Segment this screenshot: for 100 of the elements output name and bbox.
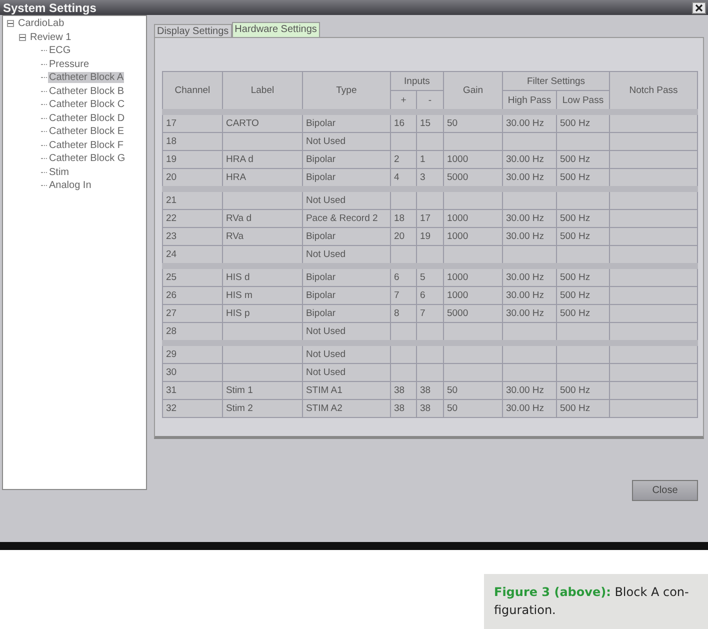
- table-cell: 8: [390, 304, 416, 322]
- table-cell: 30.00 Hz: [502, 400, 556, 418]
- tree-item[interactable]: Catheter Block A: [48, 72, 124, 84]
- table-cell: [556, 132, 610, 150]
- table-cell: 30.00 Hz: [502, 266, 556, 286]
- table-cell: 50: [443, 382, 502, 400]
- table-cell: 500 Hz: [556, 112, 610, 132]
- tree-item[interactable]: CardioLab: [17, 18, 66, 30]
- table-cell: 15: [416, 112, 444, 132]
- table-cell: 500 Hz: [556, 150, 610, 168]
- table-cell: 28: [162, 322, 222, 343]
- table-cell: Bipolar: [302, 150, 390, 168]
- table-cell: 38: [416, 400, 444, 418]
- column-header: Notch Pass: [610, 72, 698, 112]
- table-cell: 25: [162, 266, 222, 286]
- table-cell: 500 Hz: [556, 382, 610, 400]
- table-cell: [416, 343, 444, 364]
- column-header: Filter Settings: [502, 72, 610, 90]
- tree-item[interactable]: Stim: [48, 166, 70, 178]
- table-cell: 30.00 Hz: [502, 382, 556, 400]
- table-cell: Not Used: [302, 132, 390, 150]
- table-cell: 6: [416, 286, 444, 304]
- table-cell: 27: [162, 304, 222, 322]
- table-cell: 21: [162, 189, 222, 210]
- table-cell: Not Used: [302, 343, 390, 364]
- column-header: Gain: [443, 72, 502, 112]
- tab[interactable]: Display Settings: [154, 24, 232, 37]
- table-cell: [416, 364, 444, 382]
- collapse-icon[interactable]: [19, 34, 26, 41]
- window-title: System Settings: [3, 0, 96, 14]
- table-cell: [502, 132, 556, 150]
- table-cell: Bipolar: [302, 112, 390, 132]
- table-cell: 23: [162, 228, 222, 246]
- table-cell: Bipolar: [302, 286, 390, 304]
- close-button[interactable]: Close: [632, 480, 698, 502]
- table-cell: CARTO: [222, 112, 302, 132]
- tree-item[interactable]: Pressure: [48, 58, 90, 70]
- table-cell: Bipolar: [302, 266, 390, 286]
- table-cell: [502, 343, 556, 364]
- table-cell: 1000: [443, 266, 502, 286]
- tree-item[interactable]: Catheter Block C: [48, 99, 126, 110]
- table-cell: [443, 343, 502, 364]
- table-cell: 500 Hz: [556, 304, 610, 322]
- tree-item[interactable]: Catheter Block B: [48, 86, 126, 97]
- table-cell: [416, 132, 444, 150]
- column-header: Label: [222, 72, 302, 112]
- table-cell: [390, 132, 416, 150]
- collapse-icon[interactable]: [7, 20, 14, 28]
- table-cell: 500 Hz: [556, 400, 610, 418]
- table-cell: 17: [162, 112, 222, 132]
- close-button[interactable]: [692, 2, 706, 14]
- column-header: Inputs: [390, 72, 444, 90]
- tree-item[interactable]: Catheter Block G: [48, 153, 126, 164]
- table-cell: Bipolar: [302, 228, 390, 246]
- table-cell: [390, 364, 416, 382]
- table-cell: [502, 364, 556, 382]
- table-cell: 1: [416, 150, 444, 168]
- table-cell: [443, 364, 502, 382]
- table-cell: STIM A2: [302, 400, 390, 418]
- table-cell: 30.00 Hz: [502, 228, 556, 246]
- table-cell: [556, 343, 610, 364]
- tree-item[interactable]: Review 1: [29, 32, 72, 43]
- tree-item[interactable]: Catheter Block E: [48, 126, 126, 138]
- table-cell: 7: [416, 304, 444, 322]
- table-cell: 50: [443, 112, 502, 132]
- table-cell: HIS p: [222, 304, 302, 322]
- tree-item[interactable]: ECG: [48, 45, 72, 56]
- table-cell: Bipolar: [302, 304, 390, 322]
- close-icon: [695, 4, 703, 12]
- table-cell: Stim 2: [222, 400, 302, 418]
- table-cell: [443, 189, 502, 210]
- table-cell: 500 Hz: [556, 210, 610, 228]
- table-cell: 22: [162, 210, 222, 228]
- tree-item[interactable]: Catheter Block D: [48, 112, 126, 124]
- table-cell: 29: [162, 343, 222, 364]
- table-cell: STIM A1: [302, 382, 390, 400]
- table-cell: Not Used: [302, 189, 390, 210]
- column-header: Channel: [162, 72, 222, 112]
- table-cell: 31: [162, 382, 222, 400]
- table-cell: HIS d: [222, 266, 302, 286]
- table-cell: [556, 364, 610, 382]
- tree-item[interactable]: Catheter Block F: [48, 140, 124, 151]
- table-cell: 500 Hz: [556, 286, 610, 304]
- table-cell: 1000: [443, 228, 502, 246]
- table-cell: 1000: [443, 150, 502, 168]
- table-cell: RVa: [222, 228, 302, 246]
- table-cell: 7: [390, 286, 416, 304]
- tree-item[interactable]: Analog In: [48, 180, 92, 192]
- table-cell: 30.00 Hz: [502, 304, 556, 322]
- table-cell: Pace & Record 2: [302, 210, 390, 228]
- table-cell: 38: [390, 382, 416, 400]
- tab[interactable]: Hardware Settings: [232, 22, 320, 37]
- table-cell: [390, 343, 416, 364]
- table-cell: 26: [162, 286, 222, 304]
- table-cell: 20: [390, 228, 416, 246]
- table-cell: [556, 189, 610, 210]
- table-cell: 18: [390, 210, 416, 228]
- table-cell: HRA d: [222, 150, 302, 168]
- table-cell: 30.00 Hz: [502, 286, 556, 304]
- table-cell: 20: [162, 168, 222, 189]
